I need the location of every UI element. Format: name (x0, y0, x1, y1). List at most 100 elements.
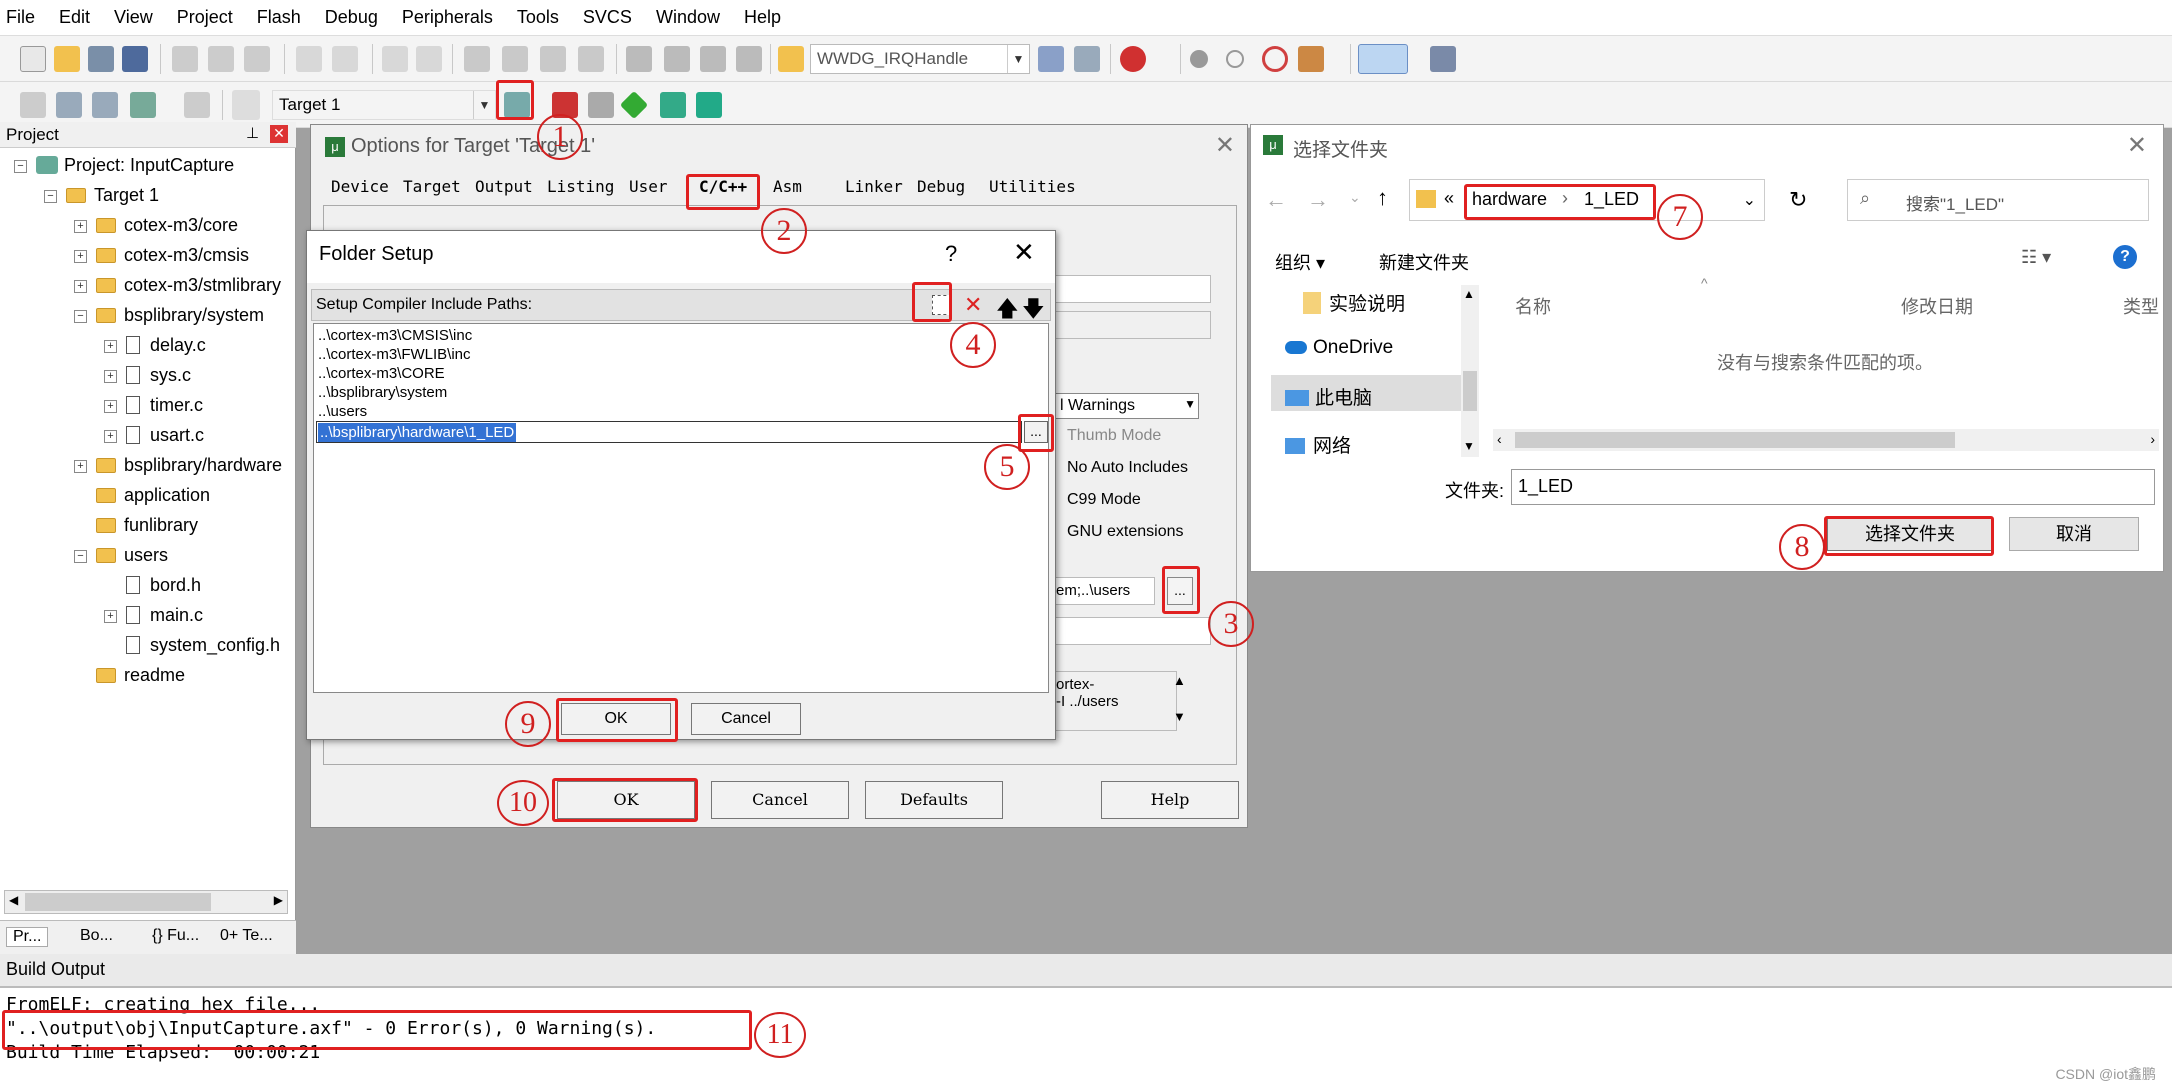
bookmark-icon[interactable] (464, 46, 490, 72)
file-list-hscroll[interactable]: ‹ › (1493, 429, 2159, 451)
tree-file[interactable]: usart.c (126, 425, 204, 446)
options-defaults-button[interactable]: Defaults (865, 781, 1003, 819)
stop-build-icon[interactable] (184, 92, 210, 118)
expand-icon[interactable]: + (74, 460, 87, 473)
chevron-down-icon[interactable]: ▼ (1184, 397, 1196, 411)
pin-icon[interactable]: ⊥ (246, 124, 259, 142)
scroll-thumb[interactable] (1515, 432, 1955, 448)
path-item[interactable]: ..\bsplibrary\system (318, 383, 447, 402)
expand-icon[interactable]: + (104, 340, 117, 353)
tab-linker[interactable]: Linker (845, 177, 903, 196)
tab-output[interactable]: Output (475, 177, 533, 196)
indent-icon[interactable] (626, 46, 652, 72)
tree-group[interactable]: users (96, 545, 168, 566)
menu-peripherals[interactable]: Peripherals (402, 7, 493, 28)
nav-scrollbar[interactable]: ▲ ▼ (1461, 285, 1479, 457)
forward-icon[interactable] (416, 46, 442, 72)
column-type[interactable]: 类型 (2123, 293, 2159, 319)
debug-start-icon[interactable] (1120, 46, 1146, 72)
tree-file[interactable]: main.c (126, 605, 203, 626)
breadcrumb-overflow[interactable]: « (1444, 188, 1454, 209)
uncomment-icon[interactable] (736, 46, 762, 72)
target-combo[interactable]: Target 1 ▼ (272, 90, 496, 120)
tree-group[interactable]: bsplibrary/hardware (96, 455, 282, 476)
select-packs-icon[interactable] (588, 92, 614, 118)
tab-utilities[interactable]: Utilities (989, 177, 1076, 196)
tab-user[interactable]: User (629, 177, 668, 196)
scroll-left-icon[interactable]: ‹ (1497, 431, 1502, 447)
recent-dropdown-icon[interactable]: ⌄ (1349, 189, 1361, 206)
collapse-icon[interactable]: − (74, 310, 87, 323)
paste-icon[interactable] (244, 46, 270, 72)
save-all-icon[interactable] (122, 46, 148, 72)
define-field[interactable] (1051, 275, 1211, 303)
check-gnu-extensions[interactable]: GNU extensions (1067, 523, 1184, 541)
close-icon[interactable]: ✕ (270, 125, 288, 143)
organize-button[interactable]: 组织 ▾ (1275, 249, 1325, 275)
new-folder-button[interactable]: 新建文件夹 (1379, 249, 1469, 275)
pack-installer-icon[interactable] (619, 90, 649, 120)
menu-tools[interactable]: Tools (517, 7, 559, 28)
delete-path-icon[interactable]: ✕ (964, 292, 982, 318)
close-icon[interactable]: ✕ (1013, 237, 1035, 268)
tab-listing[interactable]: Listing (547, 177, 614, 196)
new-file-icon[interactable] (20, 46, 46, 72)
tab-functions[interactable]: {} Fu... (152, 927, 199, 945)
scroll-thumb[interactable] (1463, 371, 1477, 411)
expand-icon[interactable]: + (104, 400, 117, 413)
function-combo[interactable]: WWDG_IRQHandle ▼ (810, 44, 1030, 74)
tree-file[interactable]: sys.c (126, 365, 191, 386)
bookmark-next-icon[interactable] (540, 46, 566, 72)
menu-file[interactable]: File (6, 7, 35, 28)
breakpoint-kill-icon[interactable] (1262, 46, 1288, 72)
nav-item-onedrive[interactable]: OneDrive (1285, 337, 1393, 359)
tree-group[interactable]: cotex-m3/cmsis (96, 245, 249, 266)
batch-build-icon[interactable] (130, 92, 156, 118)
bookmark-clear-icon[interactable] (578, 46, 604, 72)
nav-item-this-pc[interactable]: 此电脑 (1285, 383, 1372, 410)
tree-file[interactable]: system_config.h (126, 635, 280, 656)
forward-arrow-icon[interactable]: → (1307, 187, 1329, 213)
tab-device[interactable]: Device (331, 177, 389, 196)
save-icon[interactable] (88, 46, 114, 72)
help-icon[interactable]: ? (945, 241, 957, 267)
tab-target[interactable]: Target (403, 177, 461, 196)
path-item[interactable]: ..\cortex-m3\FWLIB\inc (318, 345, 471, 364)
tree-root[interactable]: Project: InputCapture (36, 155, 234, 176)
chevron-down-icon[interactable]: ▼ (1007, 45, 1029, 73)
menu-svcs[interactable]: SVCS (583, 7, 632, 28)
tree-file[interactable]: bord.h (126, 575, 201, 596)
scroll-down-icon[interactable]: ▼ (1463, 439, 1475, 453)
comment-icon[interactable] (700, 46, 726, 72)
open-file-icon[interactable] (54, 46, 80, 72)
collapse-icon[interactable]: − (74, 550, 87, 563)
scroll-right-icon[interactable]: › (2150, 431, 2155, 447)
warnings-select[interactable]: l Warnings ▼ (1055, 393, 1199, 419)
chevron-down-icon[interactable]: ⌄ (1743, 190, 1756, 210)
configure-icon[interactable] (1298, 46, 1324, 72)
path-item[interactable]: ..\cortex-m3\CORE (318, 364, 445, 383)
find-icon[interactable] (1038, 46, 1064, 72)
horizontal-scrollbar[interactable]: ◀ ▶ (4, 890, 288, 914)
build-icon[interactable] (56, 92, 82, 118)
search-box[interactable]: ⌕ 搜索"1_LED" (1847, 179, 2149, 221)
manage-runtime-icon[interactable] (660, 92, 686, 118)
options-cancel-button[interactable]: Cancel (711, 781, 849, 819)
tree-group[interactable]: funlibrary (96, 515, 198, 536)
tab-templates[interactable]: 0+ Te... (220, 927, 273, 945)
selected-path[interactable]: ..\bsplibrary\hardware\1_LED (318, 423, 517, 442)
bookmark-prev-icon[interactable] (502, 46, 528, 72)
tab-project[interactable]: Pr... (6, 927, 49, 947)
path-edit-row[interactable]: ..\bsplibrary\hardware\1_LED (316, 421, 1022, 443)
back-arrow-icon[interactable]: ← (1265, 187, 1287, 213)
tree-file[interactable]: timer.c (126, 395, 203, 416)
tab-asm[interactable]: Asm (773, 177, 802, 196)
folder-name-input[interactable]: 1_LED (1511, 469, 2155, 505)
scroll-left-icon[interactable]: ◀ (9, 893, 18, 907)
options-help-button[interactable]: Help (1101, 781, 1239, 819)
incremental-find-icon[interactable] (1074, 46, 1100, 72)
menu-project[interactable]: Project (177, 7, 233, 28)
collapse-icon[interactable]: − (44, 190, 57, 203)
tree-group[interactable]: application (96, 485, 210, 506)
window-layout-icon[interactable] (1358, 44, 1408, 74)
